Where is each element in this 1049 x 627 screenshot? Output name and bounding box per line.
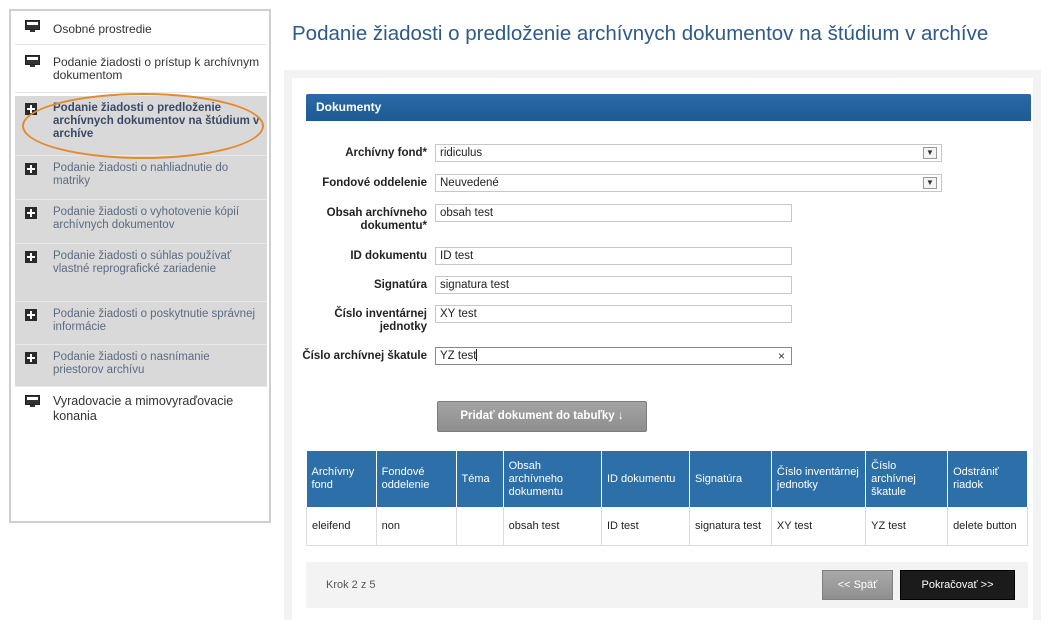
fondove-oddelenie-select[interactable]: Neuvedené ▼ — [435, 174, 942, 192]
wizard-footer: Krok 2 z 5 << Späť Pokračovať >> — [306, 562, 1028, 608]
table-cell: eleifend — [306, 507, 377, 546]
table-cell: non — [376, 507, 457, 546]
sidebar-item-vyradovacie[interactable]: Vyradovacie a mimovyraďovacie konania — [15, 389, 267, 433]
table-cell — [456, 507, 504, 546]
next-button[interactable]: Pokračovať >> — [900, 570, 1015, 600]
add-document-button[interactable]: Pridať dokument do tabuľky ↓ — [437, 401, 647, 432]
cislo-archivnej-label: Číslo archívnej škatule — [302, 350, 427, 362]
id-dokumentu-input[interactable]: ID test — [435, 247, 792, 265]
delete-row-button[interactable]: delete button — [947, 507, 1028, 546]
sidebar-item-nahliadnutie[interactable]: Podanie žiadosti o nahliadnutie do matri… — [15, 156, 267, 200]
obsah-input[interactable]: obsah test — [435, 204, 792, 222]
cislo-inventarnej-input[interactable]: XY test — [435, 305, 792, 323]
plus-icon — [25, 309, 40, 322]
plus-icon — [25, 163, 40, 176]
cislo-archivnej-value: YZ test — [440, 350, 477, 362]
column-header: Obsah archívneho dokumentu — [503, 451, 602, 507]
table-cell: XY test — [771, 507, 867, 546]
column-header: Fondové oddelenie — [376, 451, 457, 507]
plus-icon — [25, 207, 40, 220]
column-header: Signatúra — [689, 451, 772, 507]
documents-header: Dokumenty — [306, 94, 1031, 121]
sidebar-menu: Osobné prostredie Podanie žiadosti o prí… — [9, 9, 271, 523]
plus-icon — [25, 251, 40, 264]
chevron-down-icon: ▼ — [923, 177, 937, 189]
obsah-label: Obsah archívneho dokumentu* — [326, 207, 427, 232]
sidebar-item-suhlas[interactable]: Podanie žiadosti o súhlas používať vlast… — [15, 244, 267, 302]
sidebar-item-label: Podanie žiadosti o vyhotovenie kópií arc… — [53, 206, 240, 231]
sidebar-item-label: Podanie žiadosti o nahliadnutie do matri… — [53, 162, 229, 187]
documents-section: Dokumenty — [306, 94, 1031, 121]
signatura-label: Signatúra — [373, 279, 427, 291]
sidebar-item-vyhotovenie[interactable]: Podanie žiadosti o vyhotovenie kópií arc… — [15, 200, 267, 244]
fondove-oddelenie-value: Neuvedené — [440, 177, 499, 189]
sidebar-item-label: Vyradovacie a mimovyraďovacie konania — [53, 394, 234, 423]
step-indicator: Krok 2 z 5 — [326, 579, 376, 591]
archivny-fond-select[interactable]: ridiculus ▼ — [435, 144, 942, 162]
cislo-archivnej-input[interactable]: YZ test × — [435, 347, 792, 365]
table-row: eleifend non obsah test ID test signatur… — [306, 507, 1028, 546]
archivny-fond-value: ridiculus — [440, 147, 483, 159]
signatura-input[interactable]: signatura test — [435, 276, 792, 294]
column-header: Odstrániť riadok — [947, 451, 1028, 507]
archivny-fond-label: Archívny fond* — [345, 147, 427, 159]
column-header: Archívny fond — [306, 451, 377, 507]
sidebar-item-pristup[interactable]: Podanie žiadosti o prístup k archívnym d… — [15, 49, 267, 93]
sidebar-item-label: Podanie žiadosti o poskytnutie správnej … — [53, 308, 256, 333]
column-header: Číslo inventárnej jednotky — [771, 451, 867, 507]
chevron-down-icon: ▼ — [923, 147, 937, 159]
documents-table: Archívny fond Fondové oddelenie Téma Obs… — [306, 451, 1028, 546]
id-dokumentu-label: ID dokumentu — [350, 250, 427, 262]
sidebar-item-label: Podanie žiadosti o prístup k archívnym d… — [53, 55, 260, 82]
table-header-row: Archívny fond Fondové oddelenie Téma Obs… — [306, 451, 1028, 507]
sidebar-item-osobne-prostredie[interactable]: Osobné prostredie — [15, 14, 267, 45]
column-header: Téma — [456, 451, 504, 507]
sidebar-item-nasnimanie[interactable]: Podanie žiadosti o nasnímanie priestorov… — [15, 345, 267, 387]
text-caret — [476, 349, 478, 361]
sidebar-item-label: Podanie žiadosti o súhlas používať vlast… — [53, 250, 232, 275]
back-button[interactable]: << Späť — [822, 570, 893, 600]
sidebar-item-poskytnutie[interactable]: Podanie žiadosti o poskytnutie správnej … — [15, 302, 267, 345]
highlight-annotation — [22, 93, 264, 159]
table-cell: signatura test — [689, 507, 772, 546]
sidebar-item-label: Podanie žiadosti o nasnímanie priestorov… — [53, 351, 210, 376]
table-cell: ID test — [601, 507, 691, 546]
column-header: ID dokumentu — [601, 451, 691, 507]
plus-icon — [25, 352, 40, 365]
sidebar-item-label: Osobné prostredie — [53, 22, 152, 36]
monitor-icon — [25, 55, 40, 68]
cislo-inventarnej-label: Číslo inventárnej jednotky — [334, 308, 427, 333]
clear-icon[interactable]: × — [778, 348, 785, 364]
table-cell: YZ test — [865, 507, 949, 546]
page-title: Podanie žiadosti o predloženie archívnyc… — [292, 22, 989, 45]
fondove-oddelenie-label: Fondové oddelenie — [322, 177, 427, 189]
table-cell: obsah test — [503, 507, 602, 546]
monitor-icon — [25, 395, 40, 408]
monitor-icon — [25, 20, 40, 33]
column-header: Číslo archívnej škatule — [865, 451, 949, 507]
